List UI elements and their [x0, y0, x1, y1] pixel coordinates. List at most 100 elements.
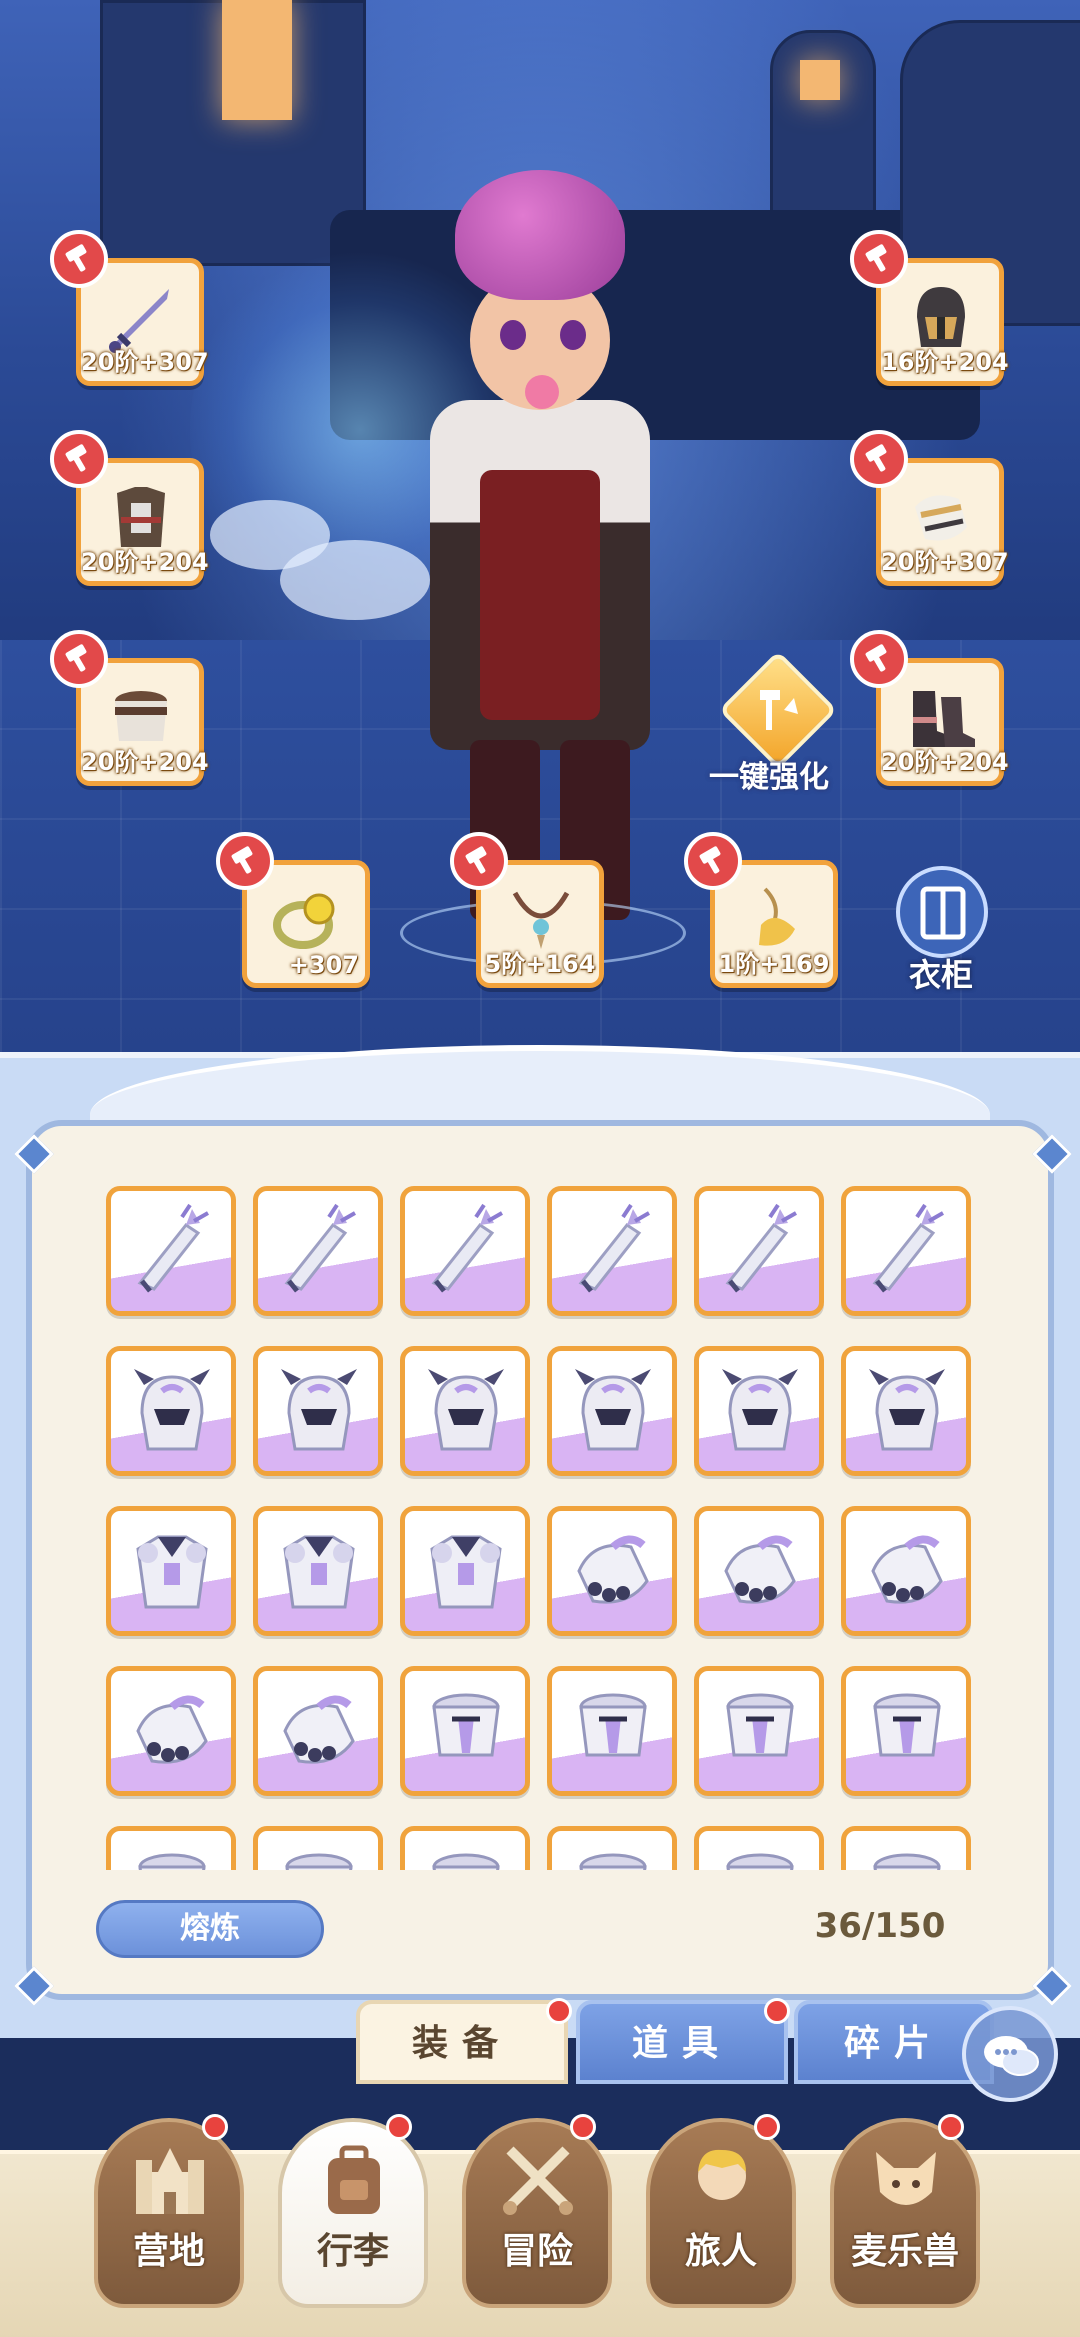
gauntlet-blade-icon	[275, 1203, 363, 1299]
belt-icon	[716, 1683, 804, 1779]
inventory-item-chest-armor[interactable]	[106, 1506, 236, 1636]
chat-icon	[984, 2036, 1039, 2076]
inventory-item-belt[interactable]	[694, 1826, 824, 1870]
crossed-swords-icon	[496, 2142, 580, 2218]
lighthouse-window	[800, 60, 840, 100]
slot-level-label: 1阶+169	[718, 950, 830, 978]
slot-level-label: 16阶+204	[881, 348, 1009, 376]
enhance-hammer-icon[interactable]	[684, 832, 742, 890]
belt-icon	[128, 1843, 216, 1870]
nav-pet[interactable]: 麦乐兽	[830, 2118, 980, 2308]
belt-icon	[569, 1683, 657, 1779]
slot-level-label: 20阶+204	[81, 748, 209, 776]
inventory-item-gauntlet-blade[interactable]	[841, 1186, 971, 1316]
inventory-item-belt[interactable]	[841, 1826, 971, 1870]
tower-window	[222, 0, 292, 120]
inventory-item-belt[interactable]	[547, 1826, 677, 1870]
inventory-item-helmet[interactable]	[400, 1346, 530, 1476]
gauntlet-icon	[716, 1523, 804, 1619]
enhance-hammer-icon[interactable]	[50, 630, 108, 688]
inventory-item-belt[interactable]	[400, 1826, 530, 1870]
belt-icon	[863, 1843, 951, 1870]
character-illustration	[190, 170, 720, 960]
smelt-button[interactable]: 熔炼	[96, 1900, 324, 1958]
game-screen: 20阶+307 20阶+204 20阶+204 16阶+204 20阶+307 20阶+2…	[0, 0, 1080, 2337]
character-sash	[480, 470, 600, 720]
inventory-item-belt[interactable]	[547, 1666, 677, 1796]
enhance-hammer-icon[interactable]	[50, 230, 108, 288]
inventory-item-helmet[interactable]	[106, 1346, 236, 1476]
inventory-item-gauntlet[interactable]	[694, 1506, 824, 1636]
inventory-item-belt[interactable]	[841, 1666, 971, 1796]
pet-icon	[864, 2142, 948, 2218]
slot-level-label: 20阶+307	[81, 348, 209, 376]
inventory-item-belt[interactable]	[253, 1826, 383, 1870]
gauntlet-icon	[275, 1683, 363, 1779]
inventory-item-gauntlet[interactable]	[253, 1666, 383, 1796]
helmet-icon	[275, 1363, 363, 1459]
wardrobe-button[interactable]: 衣柜	[886, 866, 996, 994]
one-click-enhance-button[interactable]: 一键强化	[694, 650, 844, 798]
enhance-hammer-icon[interactable]	[850, 630, 908, 688]
enhance-hammer-icon[interactable]	[450, 832, 508, 890]
character-eye	[500, 320, 526, 350]
tab-items[interactable]: 道具	[576, 2000, 788, 2084]
traveler-icon	[680, 2142, 764, 2218]
chat-button[interactable]	[962, 2006, 1058, 2102]
inventory-item-chest-armor[interactable]	[400, 1506, 530, 1636]
inventory-item-belt[interactable]	[106, 1826, 236, 1870]
inventory-item-gauntlet[interactable]	[547, 1506, 677, 1636]
slot-level-label: 5阶+164	[484, 950, 596, 978]
enhance-hammer-icon[interactable]	[216, 832, 274, 890]
enhance-label: 一键强化	[709, 760, 829, 795]
nav-notification-badge	[202, 2114, 228, 2140]
wardrobe-label: 衣柜	[908, 956, 973, 994]
tab-equipment-badge	[546, 1998, 572, 2024]
nav-backpack[interactable]: 行李	[278, 2118, 428, 2308]
inventory-item-gauntlet-blade[interactable]	[400, 1186, 530, 1316]
chest-armor-icon	[275, 1523, 363, 1619]
nav-notification-badge	[938, 2114, 964, 2140]
nav-label: 行李	[316, 2231, 389, 2272]
inventory-item-belt[interactable]	[400, 1666, 530, 1796]
inventory-item-helmet[interactable]	[841, 1346, 971, 1476]
belt-icon	[569, 1843, 657, 1870]
inventory-item-gauntlet-blade[interactable]	[253, 1186, 383, 1316]
inventory-item-gauntlet[interactable]	[841, 1506, 971, 1636]
nav-traveler[interactable]: 旅人	[646, 2118, 796, 2308]
nav-label: 旅人	[684, 2231, 757, 2272]
enhance-hammer-icon[interactable]	[850, 430, 908, 488]
inventory-item-chest-armor[interactable]	[253, 1506, 383, 1636]
inventory-item-gauntlet[interactable]	[106, 1666, 236, 1796]
inventory-item-gauntlet-blade[interactable]	[547, 1186, 677, 1316]
wardrobe-icon	[896, 866, 988, 958]
inventory-item-helmet[interactable]	[694, 1346, 824, 1476]
tab-equipment[interactable]: 装备	[356, 2000, 568, 2084]
ring-icon	[267, 879, 347, 959]
gauntlet-blade-icon	[569, 1203, 657, 1299]
nav-castle[interactable]: 营地	[94, 2118, 244, 2308]
bubblegum	[525, 375, 559, 409]
inventory-item-helmet[interactable]	[547, 1346, 677, 1476]
inventory-item-belt[interactable]	[694, 1666, 824, 1796]
inventory-item-gauntlet-blade[interactable]	[694, 1186, 824, 1316]
enhance-hammer-icon[interactable]	[850, 230, 908, 288]
nav-label: 冒险	[500, 2231, 573, 2272]
nav-notification-badge	[754, 2114, 780, 2140]
helmet-icon	[422, 1363, 510, 1459]
enhance-hammer-icon[interactable]	[50, 430, 108, 488]
gauntlet-blade-icon	[128, 1203, 216, 1299]
tab-items-badge	[764, 1998, 790, 2024]
slot-level-label: 20阶+204	[881, 748, 1009, 776]
nav-crossed-swords[interactable]: 冒险	[462, 2118, 612, 2308]
chest-armor-icon	[128, 1523, 216, 1619]
helmet-icon	[569, 1363, 657, 1459]
gauntlet-blade-icon	[863, 1203, 951, 1299]
inventory-item-gauntlet-blade[interactable]	[106, 1186, 236, 1316]
gauntlet-blade-icon	[716, 1203, 804, 1299]
backpack-icon	[312, 2142, 396, 2218]
nav-notification-badge	[570, 2114, 596, 2140]
inventory-item-helmet[interactable]	[253, 1346, 383, 1476]
helmet-icon	[863, 1363, 951, 1459]
helmet-icon	[128, 1363, 216, 1459]
